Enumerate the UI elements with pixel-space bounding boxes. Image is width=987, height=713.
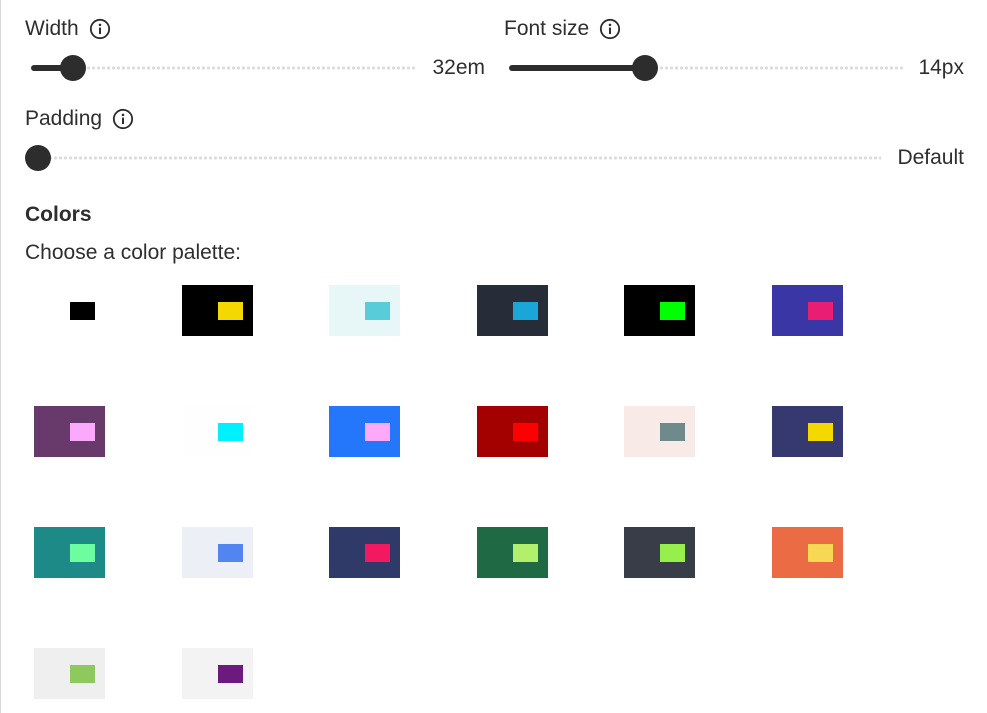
palette-swatch[interactable] — [624, 527, 695, 578]
palette-swatch-accent — [660, 301, 685, 320]
palette-swatch-accent — [808, 422, 833, 441]
palette-swatch-accent — [218, 543, 243, 562]
palette-swatch-accent — [513, 422, 538, 441]
font-size-label-row: Font size — [504, 17, 621, 41]
palette-swatch[interactable] — [329, 285, 400, 336]
palette-swatch[interactable] — [329, 406, 400, 457]
palette-swatch-accent — [218, 664, 243, 683]
palette-swatch[interactable] — [772, 285, 843, 336]
palette-swatch[interactable] — [182, 285, 253, 336]
palette-swatch-accent — [70, 543, 95, 562]
padding-label-row: Padding — [25, 107, 134, 131]
padding-label: Padding — [25, 107, 103, 130]
width-slider-thumb[interactable] — [60, 55, 87, 81]
palette-swatch-accent — [365, 543, 390, 562]
palette-swatch[interactable] — [329, 527, 400, 578]
palette-swatch[interactable] — [34, 406, 105, 457]
info-icon[interactable] — [89, 18, 111, 40]
palette-swatch-accent — [365, 422, 390, 441]
width-slider[interactable] — [31, 55, 416, 81]
palette-swatch[interactable] — [477, 285, 548, 336]
palette-swatch[interactable] — [34, 285, 105, 336]
palette-swatch[interactable] — [34, 527, 105, 578]
width-label-row: Width — [25, 17, 111, 41]
palette-swatch-accent — [218, 301, 243, 320]
font-size-slider[interactable] — [509, 55, 904, 81]
padding-slider-track[interactable] — [38, 154, 881, 162]
font-size-value: 14px — [918, 56, 964, 79]
palette-prompt: Choose a color palette: — [25, 241, 241, 264]
palette-swatch[interactable] — [182, 406, 253, 457]
palette-swatch[interactable] — [34, 648, 105, 699]
palette-swatch-accent — [808, 543, 833, 562]
font-size-slider-fill — [509, 65, 646, 71]
info-icon[interactable] — [599, 18, 621, 40]
palette-swatch-accent — [660, 543, 685, 562]
palette-swatch-accent — [218, 422, 243, 441]
palette-swatch-accent — [808, 301, 833, 320]
palette-swatch[interactable] — [477, 406, 548, 457]
palette-swatch[interactable] — [182, 527, 253, 578]
font-size-label: Font size — [504, 17, 590, 40]
info-icon[interactable] — [112, 108, 134, 130]
palette-swatch-accent — [70, 664, 95, 683]
palette-swatch-accent — [513, 301, 538, 320]
palette-swatch-accent — [513, 543, 538, 562]
palette-swatch[interactable] — [772, 406, 843, 457]
palette-swatch[interactable] — [477, 527, 548, 578]
padding-slider[interactable] — [25, 145, 881, 171]
palette-swatch[interactable] — [624, 406, 695, 457]
width-value: 32em — [432, 56, 485, 79]
palette-swatch-accent — [70, 301, 95, 320]
palette-swatch-accent — [70, 422, 95, 441]
padding-value: Default — [897, 146, 964, 169]
palette-swatch-accent — [365, 301, 390, 320]
width-label: Width — [25, 17, 79, 40]
padding-slider-thumb[interactable] — [25, 145, 51, 171]
palette-swatch-accent — [660, 422, 685, 441]
palette-swatch[interactable] — [772, 527, 843, 578]
palette-swatch[interactable] — [182, 648, 253, 699]
font-size-slider-thumb[interactable] — [632, 55, 659, 81]
palette-swatch[interactable] — [624, 285, 695, 336]
colors-heading: Colors — [25, 203, 92, 226]
width-slider-track[interactable] — [31, 64, 416, 72]
